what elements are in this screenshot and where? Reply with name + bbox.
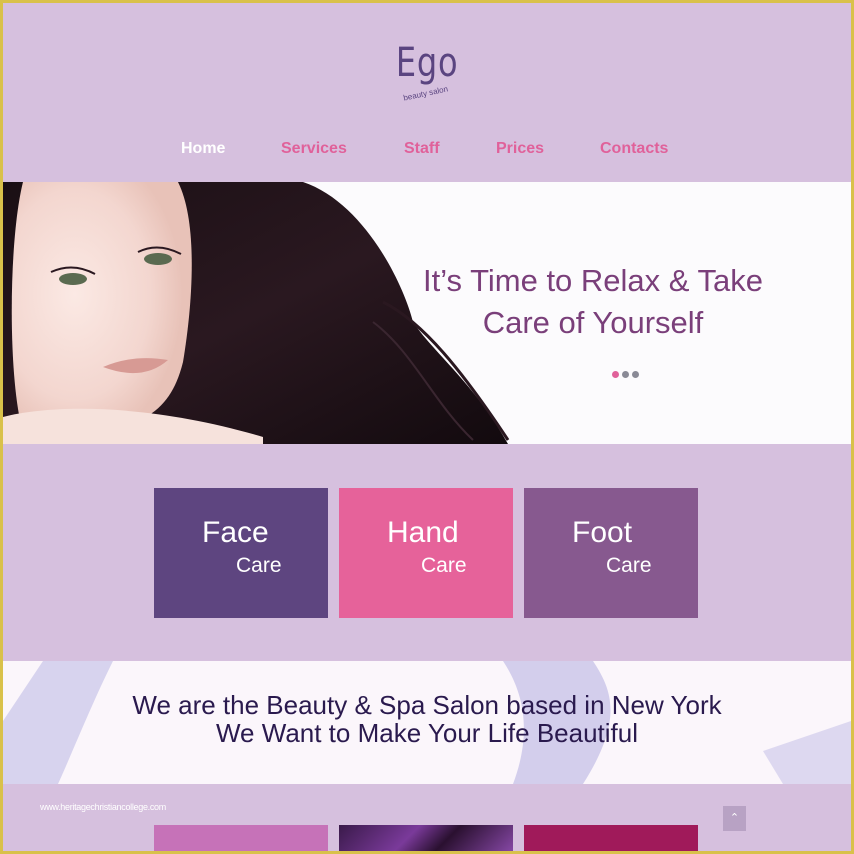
nav-services[interactable]: Services: [281, 140, 347, 158]
nav-contacts[interactable]: Contacts: [600, 140, 668, 158]
nav-home[interactable]: Home: [181, 140, 225, 158]
service-card-subtitle: Care: [421, 554, 467, 577]
about-banner: We are the Beauty & Spa Salon based in N…: [3, 661, 851, 784]
service-card-subtitle: Care: [236, 554, 282, 577]
scroll-top-button[interactable]: ⌃: [723, 806, 746, 831]
service-card-foot[interactable]: Foot Care: [524, 488, 698, 618]
gallery-thumb-2[interactable]: [339, 825, 513, 851]
slider-dot-3[interactable]: [632, 371, 639, 378]
gallery-thumb-3[interactable]: [524, 825, 698, 851]
service-card-face[interactable]: Face Care: [154, 488, 328, 618]
nav-staff[interactable]: Staff: [404, 140, 440, 158]
hero-title-line1: It’s Time to Relax & Take: [422, 263, 763, 298]
watermark-url: www.heritagechristiancollege.com: [40, 802, 166, 812]
logo-text: Ego: [395, 40, 459, 86]
slider-dot-2[interactable]: [622, 371, 629, 378]
service-card-title: Face: [202, 516, 269, 549]
main-nav: Home Services Staff Prices Contacts: [3, 140, 851, 162]
service-card-subtitle: Care: [606, 554, 652, 577]
about-line1: We are the Beauty & Spa Salon based in N…: [132, 690, 722, 720]
chevron-up-icon: ⌃: [729, 812, 740, 824]
hero-slider: It’s Time to Relax & Take Care of Yourse…: [3, 182, 851, 444]
slider-dots: [612, 371, 639, 378]
hero-title-line2: Care of Yourself: [482, 305, 704, 340]
page-frame: Ego beauty salon Home Services Staff Pri…: [3, 3, 851, 851]
nav-prices[interactable]: Prices: [496, 140, 544, 158]
hero-title: It’s Time to Relax & Take Care of Yourse…: [383, 260, 803, 344]
service-card-title: Foot: [572, 516, 633, 549]
slider-dot-1[interactable]: [612, 371, 619, 378]
service-card-hand[interactable]: Hand Care: [339, 488, 513, 618]
about-text: We are the Beauty & Spa Salon based in N…: [3, 691, 851, 747]
gallery-thumb-1[interactable]: [154, 825, 328, 851]
service-card-title: Hand: [387, 516, 459, 549]
logo-tagline: beauty salon: [402, 84, 449, 103]
about-line2: We Want to Make Your Life Beautiful: [215, 718, 639, 748]
logo[interactable]: Ego beauty salon: [3, 40, 851, 103]
